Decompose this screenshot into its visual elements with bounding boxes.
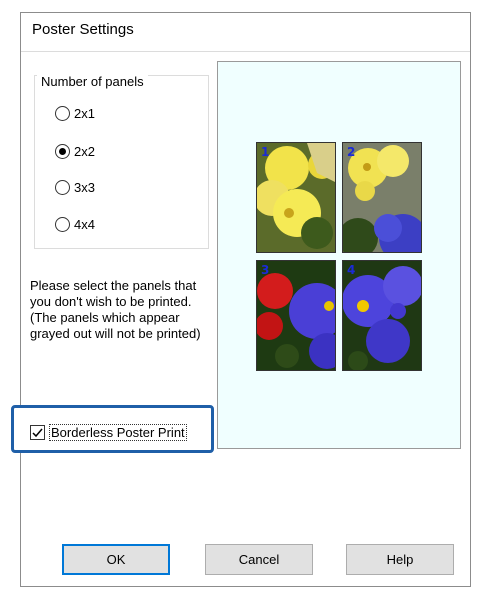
borderless-poster-print-checkbox[interactable]: Borderless Poster Print [30,423,187,441]
radio-label-2x1: 2x1 [74,105,95,121]
radio-label-3x3: 3x3 [74,179,95,195]
poster-preview: 1 2 3 4 [217,61,461,449]
radio-label-2x2: 2x2 [74,143,95,159]
radio-button-2x1[interactable] [55,105,70,121]
radio-option-4x4[interactable]: 4x4 [55,214,95,234]
checkbox-box[interactable] [30,424,45,440]
number-of-panels-legend: Number of panels [37,74,148,89]
preview-panel-1[interactable]: 1 [256,142,336,253]
ok-button[interactable]: OK [62,544,170,575]
flower-image-red-blue-3 [257,261,335,370]
preview-panel-3[interactable]: 3 [256,260,336,371]
radio-label-4x4: 4x4 [74,216,95,232]
help-button[interactable]: Help [346,544,454,575]
cancel-button[interactable]: Cancel [205,544,313,575]
preview-panel-2[interactable]: 2 [342,142,422,253]
radio-option-2x1[interactable]: 2x1 [55,103,95,123]
dialog-title: Poster Settings [32,21,134,38]
radio-button-2x2[interactable] [55,143,70,159]
poster-settings-dialog: Poster Settings Number of panels 2x1 2x2… [11,12,471,587]
title-separator [21,51,470,52]
panel-number-4: 4 [347,263,356,277]
radio-button-4x4[interactable] [55,216,70,232]
panel-number-3: 3 [261,263,270,277]
checkmark-icon [32,428,43,437]
preview-panel-4[interactable]: 4 [342,260,422,371]
flower-image-yellow-2 [343,143,421,252]
panel-number-1: 1 [261,145,270,159]
radio-button-3x3[interactable] [55,179,70,195]
instructions-text: Please select the panels that you don't … [30,278,201,341]
radio-option-2x2[interactable]: 2x2 [55,141,95,161]
borderless-poster-print-label: Borderless Poster Print [49,423,187,441]
flower-image-blue-4 [343,261,421,370]
flower-image-yellow-1 [257,143,335,252]
radio-option-3x3[interactable]: 3x3 [55,177,95,197]
panel-number-2: 2 [347,145,356,159]
